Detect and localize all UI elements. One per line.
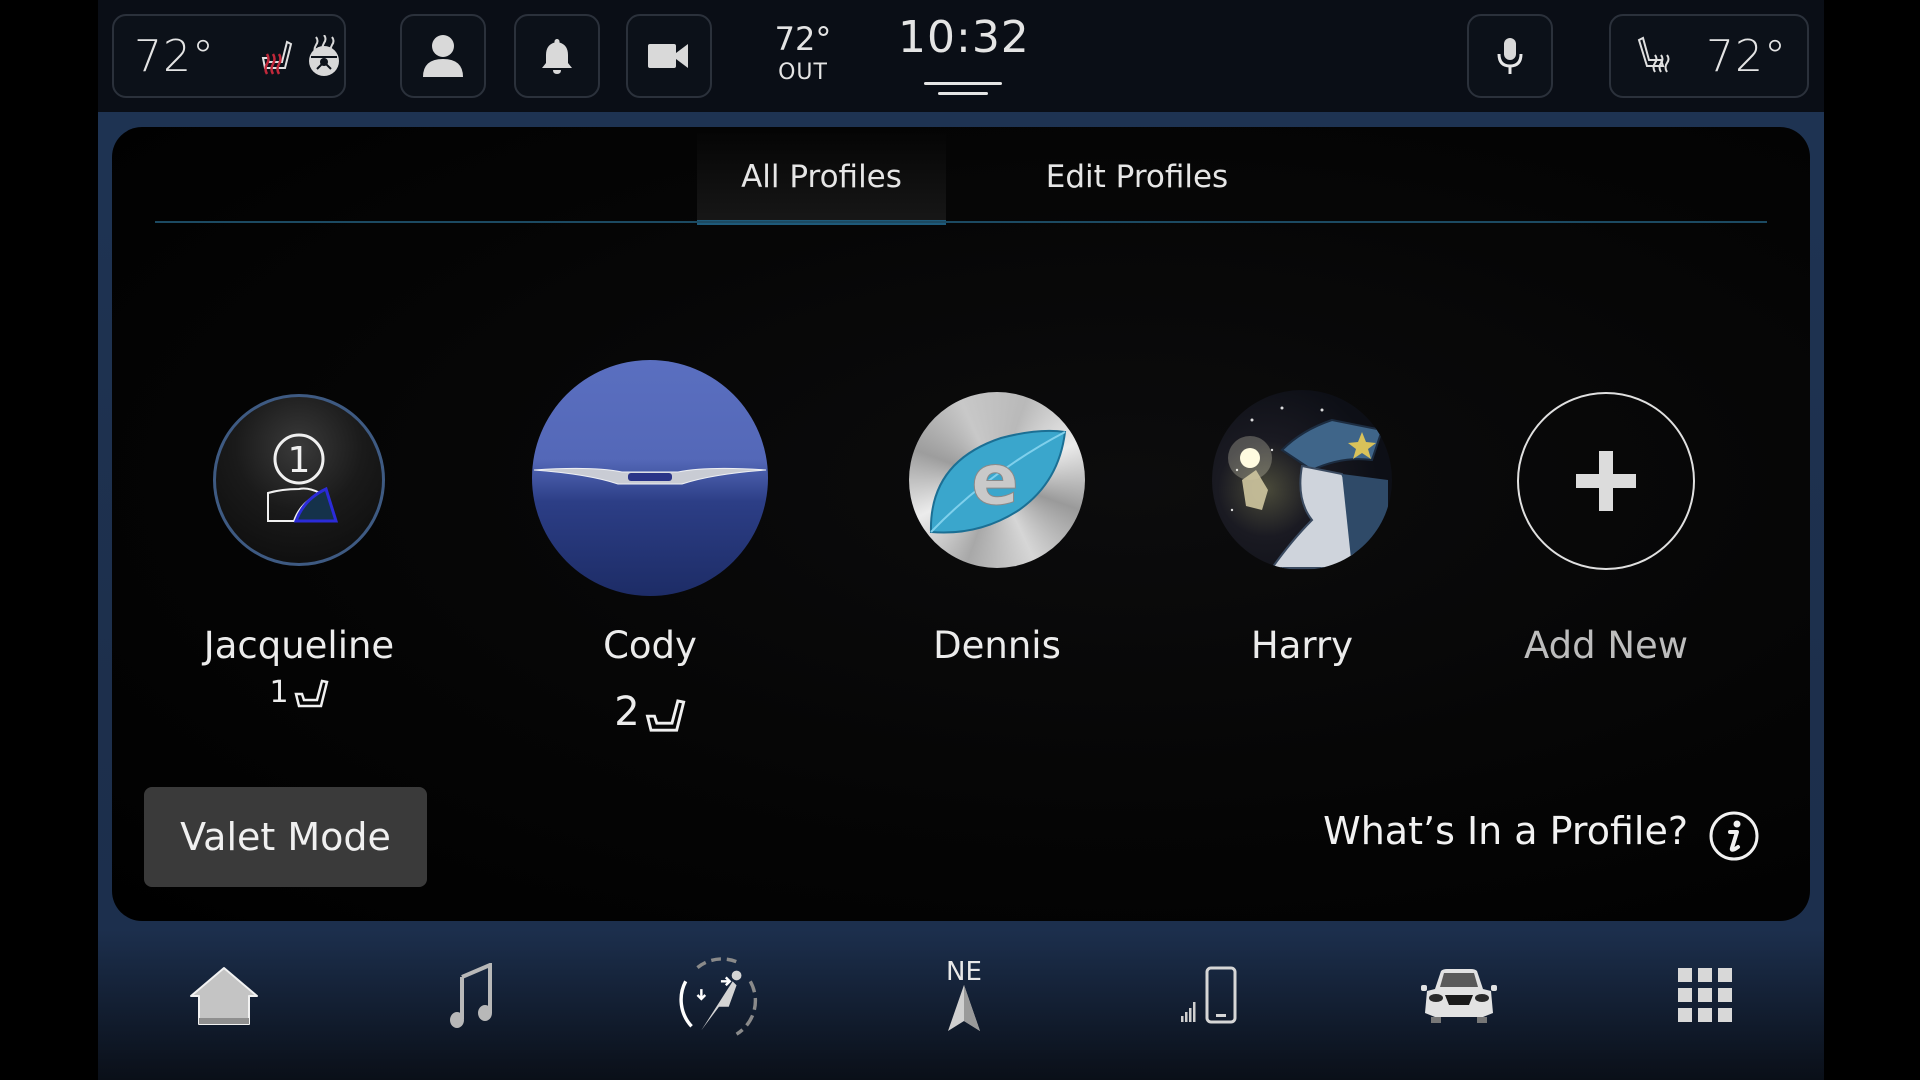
microphone-icon [1497, 38, 1523, 74]
driver-climate-control[interactable]: 72° [112, 14, 346, 98]
camera-button[interactable] [626, 14, 712, 98]
outside-temperature: 72° OUT [758, 22, 848, 90]
heated-seat-icon[interactable] [1635, 36, 1675, 76]
seat-memory-number: 2 [614, 689, 640, 735]
wizard-avatar[interactable] [1212, 390, 1392, 570]
valet-mode-button[interactable]: Valet Mode [144, 787, 427, 887]
seat-memory: 2 [550, 689, 750, 735]
svg-text:e: e [971, 439, 1018, 521]
passenger-climate-control[interactable]: 72° [1609, 14, 1809, 98]
profile-name: Jacqueline [203, 624, 395, 667]
user-icon [423, 35, 463, 77]
apps-grid-icon [1678, 968, 1732, 1022]
music-note-icon [450, 963, 492, 1028]
info-icon[interactable] [1708, 810, 1760, 862]
seat-comfort-icon [679, 957, 758, 1036]
add-profile-circle[interactable] [1517, 392, 1695, 570]
nav-phone[interactable] [1167, 951, 1257, 1041]
svg-text:1: 1 [288, 440, 311, 481]
nav-comfort[interactable] [672, 951, 762, 1041]
tab-edit-profiles[interactable]: Edit Profiles [1022, 133, 1252, 221]
plus-icon [1576, 451, 1636, 511]
seat-memory: 1 [199, 675, 399, 710]
notifications-button[interactable] [514, 14, 600, 98]
bottom-navigation: NE [98, 921, 1824, 1080]
profile-name: Dennis [933, 624, 1061, 667]
notification-drawer-handle[interactable] [924, 82, 1002, 98]
top-status-bar: 72° 72° OUT 10:32 72° [98, 0, 1824, 112]
numbered-user-avatar[interactable]: 1 [213, 394, 385, 566]
eco-leaf-avatar[interactable]: e [909, 392, 1085, 568]
compass-heading: NE [946, 957, 982, 987]
tab-divider [155, 221, 1767, 223]
nav-navigation[interactable]: NE [919, 951, 1009, 1041]
tab-all-profiles[interactable]: All Profiles [697, 133, 946, 225]
whats-in-a-profile-text: What’s In a Profile? [1323, 809, 1688, 853]
nav-apps[interactable] [1661, 951, 1751, 1041]
voice-button[interactable] [1467, 14, 1553, 98]
seat-icon [645, 699, 686, 732]
driver-temp: 72° [134, 30, 215, 82]
camera-icon [648, 44, 688, 68]
compass-arrow-icon [948, 985, 980, 1031]
clock: 10:32 [898, 12, 1030, 63]
brand-wings-avatar[interactable] [532, 360, 768, 596]
phone-signal-icon [1181, 966, 1237, 1024]
heated-seat-icon[interactable] [255, 36, 297, 76]
profile-name: Cody [603, 624, 697, 667]
home-icon [190, 967, 258, 1025]
profiles-panel: All Profiles Edit Profiles 1 Jacqueline … [112, 127, 1810, 921]
nav-media[interactable] [428, 951, 518, 1041]
heated-steering-wheel-icon[interactable] [305, 35, 343, 77]
profile-button[interactable] [400, 14, 486, 98]
passenger-temp: 72° [1706, 30, 1787, 82]
outside-temp-label: OUT [778, 60, 828, 85]
infotainment-screen: 72° 72° OUT 10:32 72° All Profiles Edit … [98, 0, 1824, 1080]
nav-vehicle[interactable] [1414, 951, 1504, 1041]
profile-name: Add New [1523, 624, 1689, 667]
bell-icon [542, 39, 572, 74]
seat-memory-number: 1 [269, 675, 289, 710]
outside-temp-value: 72° [774, 20, 832, 58]
tab-label: All Profiles [741, 159, 902, 195]
profile-name: Harry [1250, 624, 1354, 667]
tab-label: Edit Profiles [1045, 159, 1229, 195]
seat-icon [293, 679, 329, 708]
nav-home[interactable] [179, 951, 269, 1041]
car-icon [1421, 969, 1497, 1023]
